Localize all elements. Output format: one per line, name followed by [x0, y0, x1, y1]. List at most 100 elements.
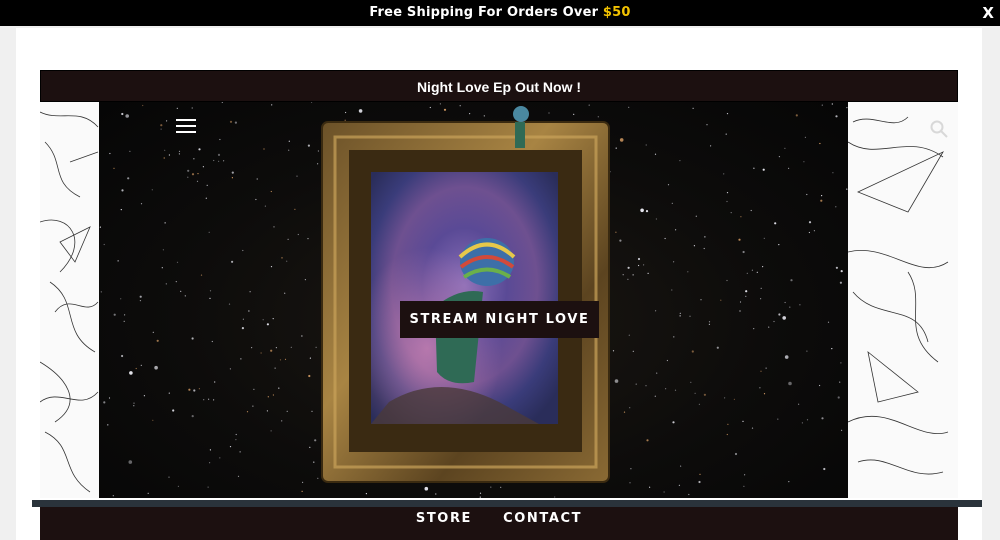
star	[726, 433, 728, 436]
star	[846, 107, 848, 109]
star	[152, 419, 154, 421]
star	[311, 102, 313, 103]
star	[239, 451, 241, 453]
star	[209, 462, 211, 464]
star	[647, 272, 649, 274]
star	[693, 245, 696, 247]
star	[242, 249, 244, 252]
star	[237, 475, 240, 477]
star	[716, 346, 719, 349]
star	[819, 384, 821, 387]
star	[655, 218, 658, 220]
search-icon[interactable]	[930, 120, 948, 138]
star	[573, 113, 575, 115]
star	[629, 407, 631, 409]
star	[649, 486, 651, 488]
star	[234, 121, 237, 124]
star	[424, 486, 429, 491]
star	[154, 365, 158, 370]
star	[288, 140, 290, 142]
star	[221, 102, 223, 103]
hamburger-menu-icon[interactable]	[176, 119, 196, 135]
star	[223, 160, 225, 162]
star	[163, 157, 165, 159]
star	[630, 468, 632, 470]
star	[270, 349, 273, 352]
star	[619, 138, 624, 142]
star	[799, 304, 801, 306]
star	[666, 359, 669, 362]
star	[751, 269, 754, 271]
star	[229, 120, 233, 123]
star	[307, 238, 309, 240]
star	[806, 193, 808, 196]
star	[704, 236, 706, 238]
star	[671, 289, 673, 291]
star	[307, 144, 310, 147]
star	[314, 439, 317, 442]
stream-night-love-button[interactable]: STREAM NIGHT LOVE	[400, 301, 599, 338]
star	[745, 295, 747, 297]
star	[840, 270, 843, 273]
star	[760, 298, 762, 300]
star	[270, 430, 272, 432]
star	[778, 156, 781, 158]
star	[615, 231, 617, 233]
star	[803, 161, 805, 163]
star	[687, 271, 689, 273]
star	[206, 184, 208, 186]
star	[248, 310, 250, 312]
star	[678, 484, 681, 486]
star	[176, 107, 178, 109]
star	[209, 449, 211, 451]
star	[692, 107, 694, 109]
star	[317, 163, 319, 165]
star	[177, 485, 179, 487]
shipping-banner: Free Shipping For Orders Over $50	[0, 0, 1000, 26]
star	[120, 298, 122, 300]
star	[804, 136, 807, 138]
star	[726, 192, 729, 194]
star	[121, 189, 124, 192]
star	[637, 257, 641, 261]
star	[839, 381, 841, 383]
star	[763, 237, 765, 239]
star	[108, 397, 111, 399]
star	[675, 229, 677, 231]
star	[272, 394, 274, 396]
star	[760, 287, 762, 289]
star	[99, 226, 101, 228]
star	[301, 335, 303, 337]
star	[753, 328, 755, 330]
star	[744, 474, 746, 476]
nav-item-store[interactable]: STORE	[416, 508, 472, 530]
star	[151, 189, 153, 191]
hero-image	[99, 102, 848, 498]
star	[726, 113, 729, 115]
close-banner-button[interactable]: X	[982, 0, 994, 26]
star	[612, 350, 615, 352]
star	[479, 492, 482, 494]
nav-item-contact[interactable]: CONTACT	[503, 508, 582, 530]
star	[674, 389, 677, 391]
star	[706, 124, 708, 126]
star	[271, 104, 273, 106]
star	[270, 190, 272, 193]
star	[308, 374, 311, 378]
star	[821, 195, 823, 197]
star	[806, 350, 808, 352]
star	[694, 392, 696, 394]
star	[632, 274, 634, 276]
star	[121, 354, 124, 358]
star	[656, 372, 658, 374]
star	[156, 339, 159, 342]
star	[645, 210, 649, 213]
star	[759, 387, 761, 389]
star	[178, 153, 180, 155]
star	[166, 120, 168, 122]
star	[231, 177, 233, 179]
star	[103, 243, 105, 246]
star	[286, 260, 288, 262]
star	[784, 301, 786, 304]
star	[187, 176, 189, 178]
